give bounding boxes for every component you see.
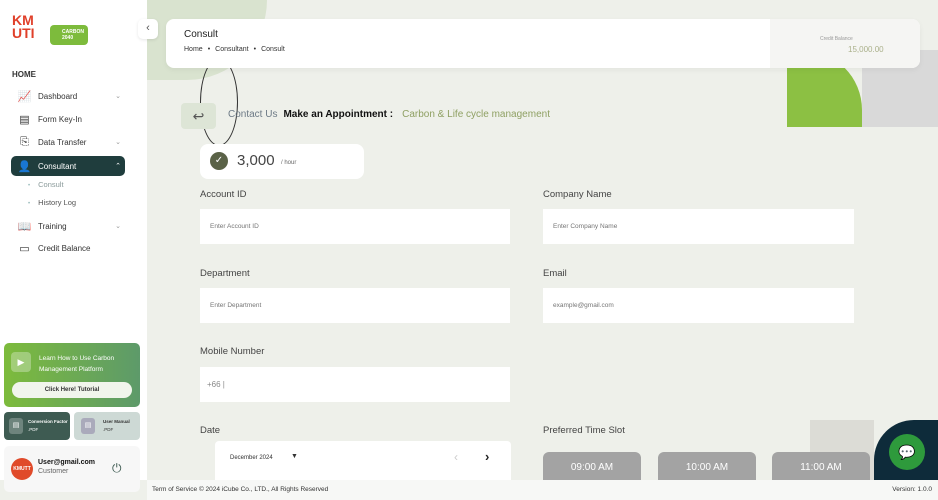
sidebar: KM UTI CARBON 2040 HOME 📈 Dashboard ⌄ ▤ Form … — [0, 0, 147, 492]
conversion-factor-button[interactable]: ▤ Conversion Factor .PDF — [4, 412, 70, 440]
chevron-down-icon: ⌄ — [115, 223, 121, 230]
form-icon: ▤ — [19, 113, 30, 126]
breadcrumb-consultant[interactable]: Consultant — [215, 46, 248, 53]
department-label: Department — [200, 268, 250, 279]
tutorial-card: ▶ Learn How to Use Carbon Management Pla… — [4, 343, 140, 407]
footer: Term of Service © 2024 iCube Co., LTD., … — [147, 480, 938, 500]
label: Credit Balance — [38, 243, 91, 253]
label: .PDF — [28, 427, 39, 432]
next-month-icon[interactable]: › — [485, 449, 489, 464]
document-icon: ▤ — [9, 418, 23, 434]
sidebar-item-credit-balance[interactable]: ▭ Credit Balance — [11, 238, 125, 258]
card-icon: ▭ — [19, 242, 30, 255]
sidebar-subitem-history-log[interactable]: History Log — [28, 198, 76, 207]
sidebar-item-consultant[interactable]: 👤 Consultant ⌃ — [11, 156, 125, 176]
breadcrumb-consult: Consult — [261, 46, 285, 53]
sidebar-item-data-transfer[interactable]: ⎘ Data Transfer ⌄ — [11, 132, 125, 152]
chevron-up-icon: ⌃ — [115, 163, 121, 170]
timeslot-button[interactable]: 10:00 AM — [658, 452, 756, 482]
sidebar-subitem-consult[interactable]: Consult — [28, 180, 63, 189]
department-input[interactable] — [200, 288, 510, 323]
mobile-input[interactable]: +66 | — [200, 367, 510, 402]
prev-month-icon[interactable]: ‹ — [454, 450, 458, 464]
timeslot-button[interactable]: 09:00 AM — [543, 452, 641, 482]
user-role: Customer — [38, 468, 69, 475]
label: Dashboard — [38, 91, 78, 101]
file-transfer-icon: ⎘ — [20, 135, 29, 148]
breadcrumb-home[interactable]: Home — [184, 46, 203, 53]
mobile-label: Mobile Number — [200, 346, 265, 357]
date-picker: December 2024 ▼ ‹ › — [215, 441, 511, 480]
tutorial-text: Learn How to Use Carbon Management Platf… — [39, 355, 115, 373]
timeslot-label: Preferred Time Slot — [543, 425, 625, 436]
email-input[interactable] — [543, 288, 854, 323]
label: Training — [38, 221, 67, 231]
page-title: Consult — [184, 29, 218, 40]
chart-line-icon: 📈 — [17, 90, 32, 103]
timeslot-button[interactable]: 11:00 AM — [772, 452, 870, 482]
footer-copyright[interactable]: Term of Service © 2024 iCube Co., LTD., … — [152, 486, 328, 493]
account-id-label: Account ID — [200, 189, 247, 200]
email-label: Email — [543, 268, 567, 279]
chevron-down-icon: ⌄ — [115, 93, 121, 100]
book-icon: ▤ — [81, 418, 95, 434]
credit-balance: Credit Balance 15,000.00 — [770, 19, 920, 68]
kmutt-logo: KM UTI — [12, 12, 35, 41]
chevron-down-icon: ⌄ — [115, 139, 121, 146]
label: User Manual — [103, 419, 130, 424]
sep: • — [253, 46, 257, 53]
collapse-sidebar-button[interactable]: ‹ — [138, 19, 158, 39]
user-check-icon: 👤 — [17, 160, 32, 173]
label: Conversion Factor — [28, 419, 68, 424]
price-unit: / hour — [281, 160, 297, 166]
breadcrumb: Home • Consultant • Consult — [184, 46, 285, 53]
user-manual-button[interactable]: ▤ User Manual .PDF — [74, 412, 140, 440]
company-name-input[interactable] — [543, 209, 854, 244]
sidebar-item-dashboard[interactable]: 📈 Dashboard ⌄ — [11, 86, 125, 106]
credit-label: Credit Balance — [820, 36, 853, 42]
book-icon: 📖 — [17, 220, 32, 233]
sidebar-item-form-key-in[interactable]: ▤ Form Key-In — [11, 109, 125, 129]
play-icon: ▶ — [11, 352, 31, 372]
account-id-input[interactable] — [200, 209, 510, 244]
avatar: KMUTT — [11, 458, 33, 480]
check-circle-icon: ✓ — [210, 152, 228, 170]
sidebar-item-training[interactable]: 📖 Training ⌄ — [11, 216, 125, 236]
section-home: HOME — [12, 70, 36, 79]
back-button[interactable]: ↩ — [181, 103, 216, 129]
topic: Carbon & Life cycle management — [402, 109, 550, 120]
footer-version: Version: 1.0.0 — [892, 486, 932, 493]
label: Data Transfer — [38, 137, 87, 147]
price-card: ✓ 3,000 / hour — [200, 144, 364, 179]
price-value: 3,000 — [237, 152, 275, 169]
user-email: User@gmail.com — [38, 459, 96, 466]
power-icon[interactable]: ⏻ — [112, 461, 122, 476]
contact-us[interactable]: Contact Us — [228, 109, 277, 120]
credit-value: 15,000.00 — [848, 45, 884, 54]
user-card: KMUTT User@gmail.com Customer ⏻ — [4, 446, 140, 492]
make-appointment: Make an Appointment : — [283, 109, 394, 120]
label: Consultant — [38, 161, 77, 171]
label: Form Key-In — [38, 114, 83, 124]
date-label: Date — [200, 425, 221, 436]
chat-button[interactable]: 💬 — [889, 434, 925, 470]
label: .PDF — [103, 427, 114, 432]
carbon-logo: CARBON 2040 — [50, 25, 88, 45]
tutorial-button[interactable]: Click Here! Tutorial — [12, 382, 132, 398]
sep: • — [207, 46, 211, 53]
appointment-title: Contact Us Make an Appointment : Carbon … — [228, 109, 550, 120]
caret-down-icon[interactable]: ▼ — [291, 453, 298, 460]
company-name-label: Company Name — [543, 189, 612, 200]
bg-circle — [200, 58, 238, 146]
month-select[interactable]: December 2024 — [230, 455, 273, 461]
page-header: Consult Home • Consultant • Consult Credit… — [166, 19, 920, 68]
